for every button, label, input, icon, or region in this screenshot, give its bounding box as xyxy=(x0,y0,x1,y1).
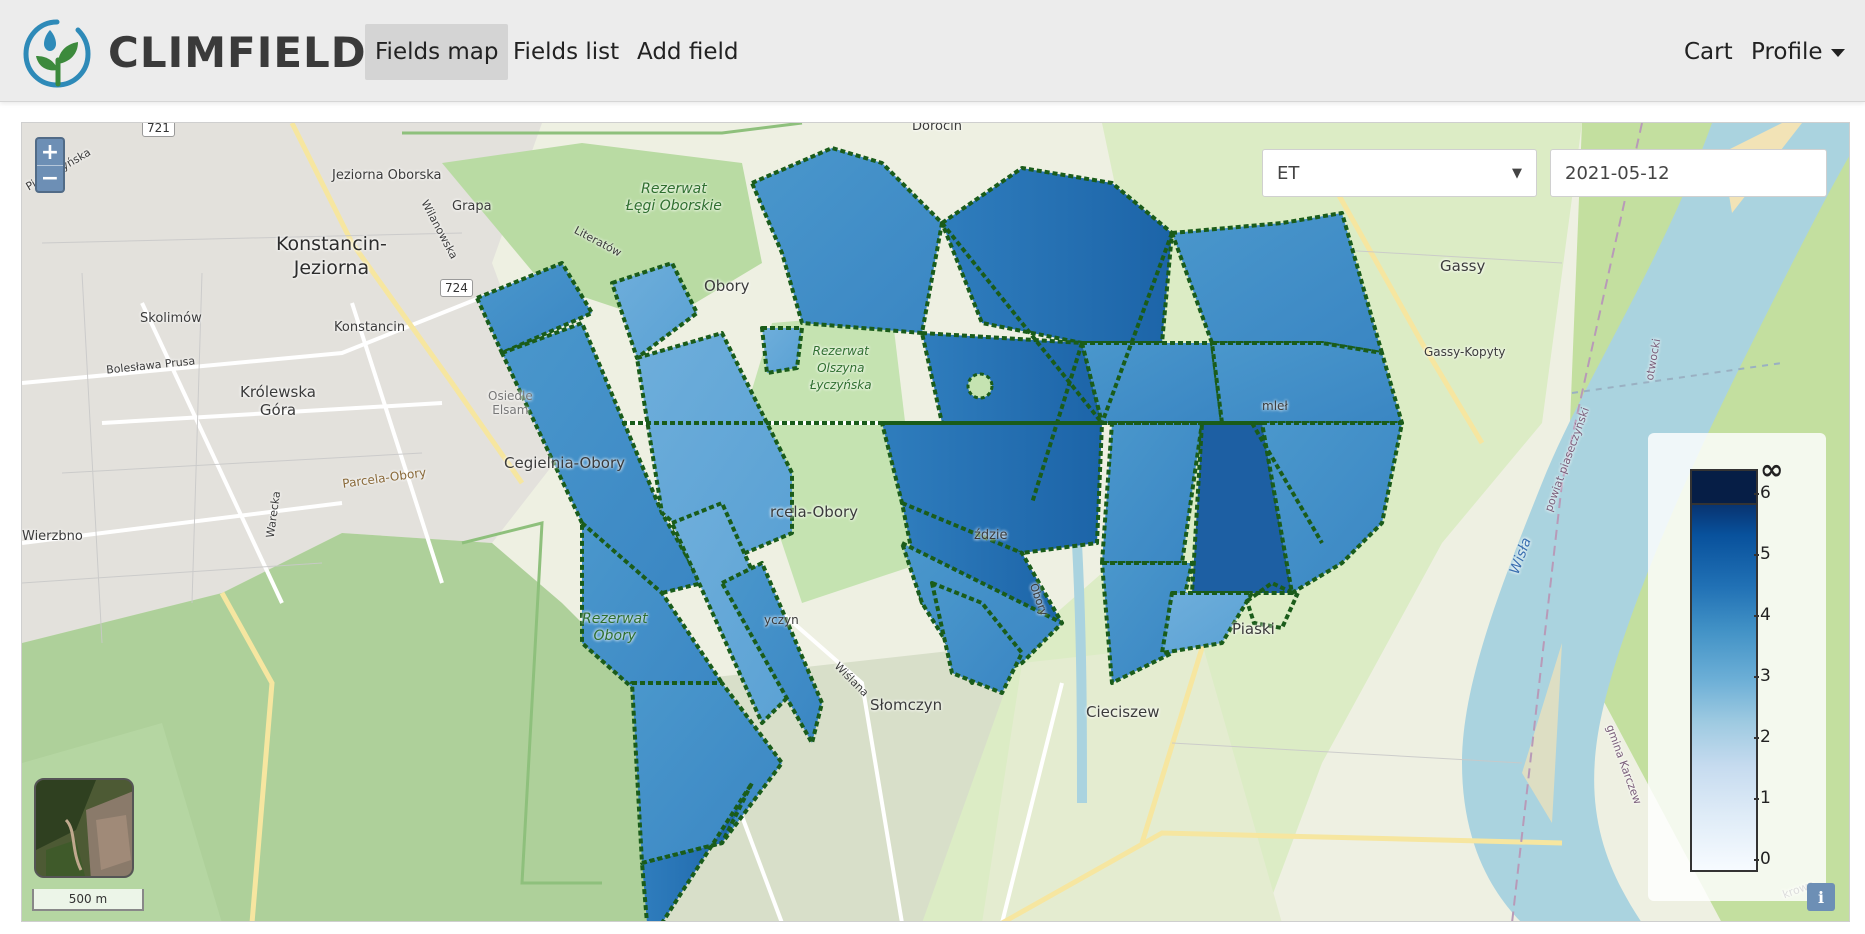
colorbar-tick: 5 xyxy=(1754,544,1771,564)
map-label-rezerwat-legi: Rezerwat Łęgi Oborskie xyxy=(626,181,722,214)
map-label-wierzbno: Wierzbno xyxy=(22,529,83,544)
nav-fields-list[interactable]: Fields list xyxy=(503,24,629,80)
map-label-slomczyn: Słomczyn xyxy=(870,696,943,714)
map-scale: 500 m xyxy=(32,889,144,911)
map-label-mleko: mleł xyxy=(1262,399,1288,413)
map-label-piaski: Piaski xyxy=(1232,620,1275,638)
map-label-dorocin: Dorocin xyxy=(912,122,962,134)
map-label-osiedle-elsam: Osiedle Elsam xyxy=(488,389,533,417)
nav-profile-label: Profile xyxy=(1751,39,1823,65)
zoom-out-button[interactable]: − xyxy=(37,165,63,191)
colorbar-overflow-cap xyxy=(1692,471,1756,505)
layer-select-value: ET xyxy=(1277,162,1300,184)
road-shield-724: 724 xyxy=(440,279,473,297)
nav-profile-dropdown[interactable]: Profile xyxy=(1741,24,1855,80)
colorbar-tick: 6 xyxy=(1754,483,1771,503)
map-label-grapa: Grapa xyxy=(452,199,492,214)
nav-add-field[interactable]: Add field xyxy=(627,24,748,80)
zoom-control: + − xyxy=(35,137,65,193)
nav-cart[interactable]: Cart xyxy=(1674,24,1743,80)
map-label-skolimow: Skolimów xyxy=(140,311,202,326)
zoom-in-button[interactable]: + xyxy=(37,139,63,165)
colorbar-tick: 1 xyxy=(1754,788,1771,808)
map-label-gassy-kopyty: Gassy-Kopyty xyxy=(1424,345,1506,359)
brand-link[interactable]: CLIMFIELD xyxy=(20,14,367,90)
map-label-cieciszew: Cieciszew xyxy=(1086,703,1160,721)
map-label-lyczyn: yczyn xyxy=(764,613,799,627)
colorbar-tick: 2 xyxy=(1754,727,1771,747)
map-label-gassy: Gassy xyxy=(1440,257,1486,275)
map-label-konstancin: Konstancin xyxy=(334,320,406,335)
satellite-minimap-toggle[interactable] xyxy=(34,778,134,878)
colorbar-tick: 3 xyxy=(1754,666,1771,686)
climfield-logo-icon xyxy=(23,19,91,88)
colorbar-legend: ∞ 0 1 2 3 4 5 6 xyxy=(1648,433,1826,901)
layer-select[interactable]: ET ▼ xyxy=(1262,149,1537,197)
road-shield-721: 721 xyxy=(142,123,175,137)
info-icon[interactable]: i xyxy=(1807,883,1835,911)
map-label-jeziorna-oborska: Jeziorna Oborska xyxy=(332,168,442,183)
map-label-cegielnia-obory: Cegielnia-Obory xyxy=(504,454,626,472)
select-arrow-icon: ▼ xyxy=(1512,165,1522,181)
top-navbar: CLIMFIELD Fields map Fields list Add fie… xyxy=(0,0,1865,102)
map-label-konstancin-jeziorna: Konstancin- Jeziorna xyxy=(276,233,387,279)
chevron-down-icon xyxy=(1830,49,1845,57)
colorbar-overflow-label: ∞ xyxy=(1760,453,1784,486)
date-input[interactable]: 2021-05-12 xyxy=(1550,149,1827,197)
map-label-parcela-obory: rcela-Obory xyxy=(770,503,859,521)
nav-fields-map[interactable]: Fields map xyxy=(365,24,509,80)
map-label-rezerwat-olszyna: Rezerwat Olszyna Łyczyńska xyxy=(810,344,872,392)
satellite-thumbnail-icon xyxy=(36,780,132,876)
fields-map[interactable]: Dorocin Jeziorna Oborska Grapa Konstanci… xyxy=(21,122,1850,922)
colorbar xyxy=(1690,469,1758,872)
colorbar-tick: 4 xyxy=(1754,605,1771,625)
brand-name: CLIMFIELD xyxy=(108,27,367,77)
map-label-rezerwat-obory: Rezerwat Obory xyxy=(582,611,648,644)
map-label-obory: Obory xyxy=(704,277,750,295)
map-label-krolewska-gora: Królewska Góra xyxy=(240,383,316,419)
map-label-zdzie: ździe xyxy=(974,528,1008,543)
colorbar-tick: 0 xyxy=(1754,849,1771,869)
